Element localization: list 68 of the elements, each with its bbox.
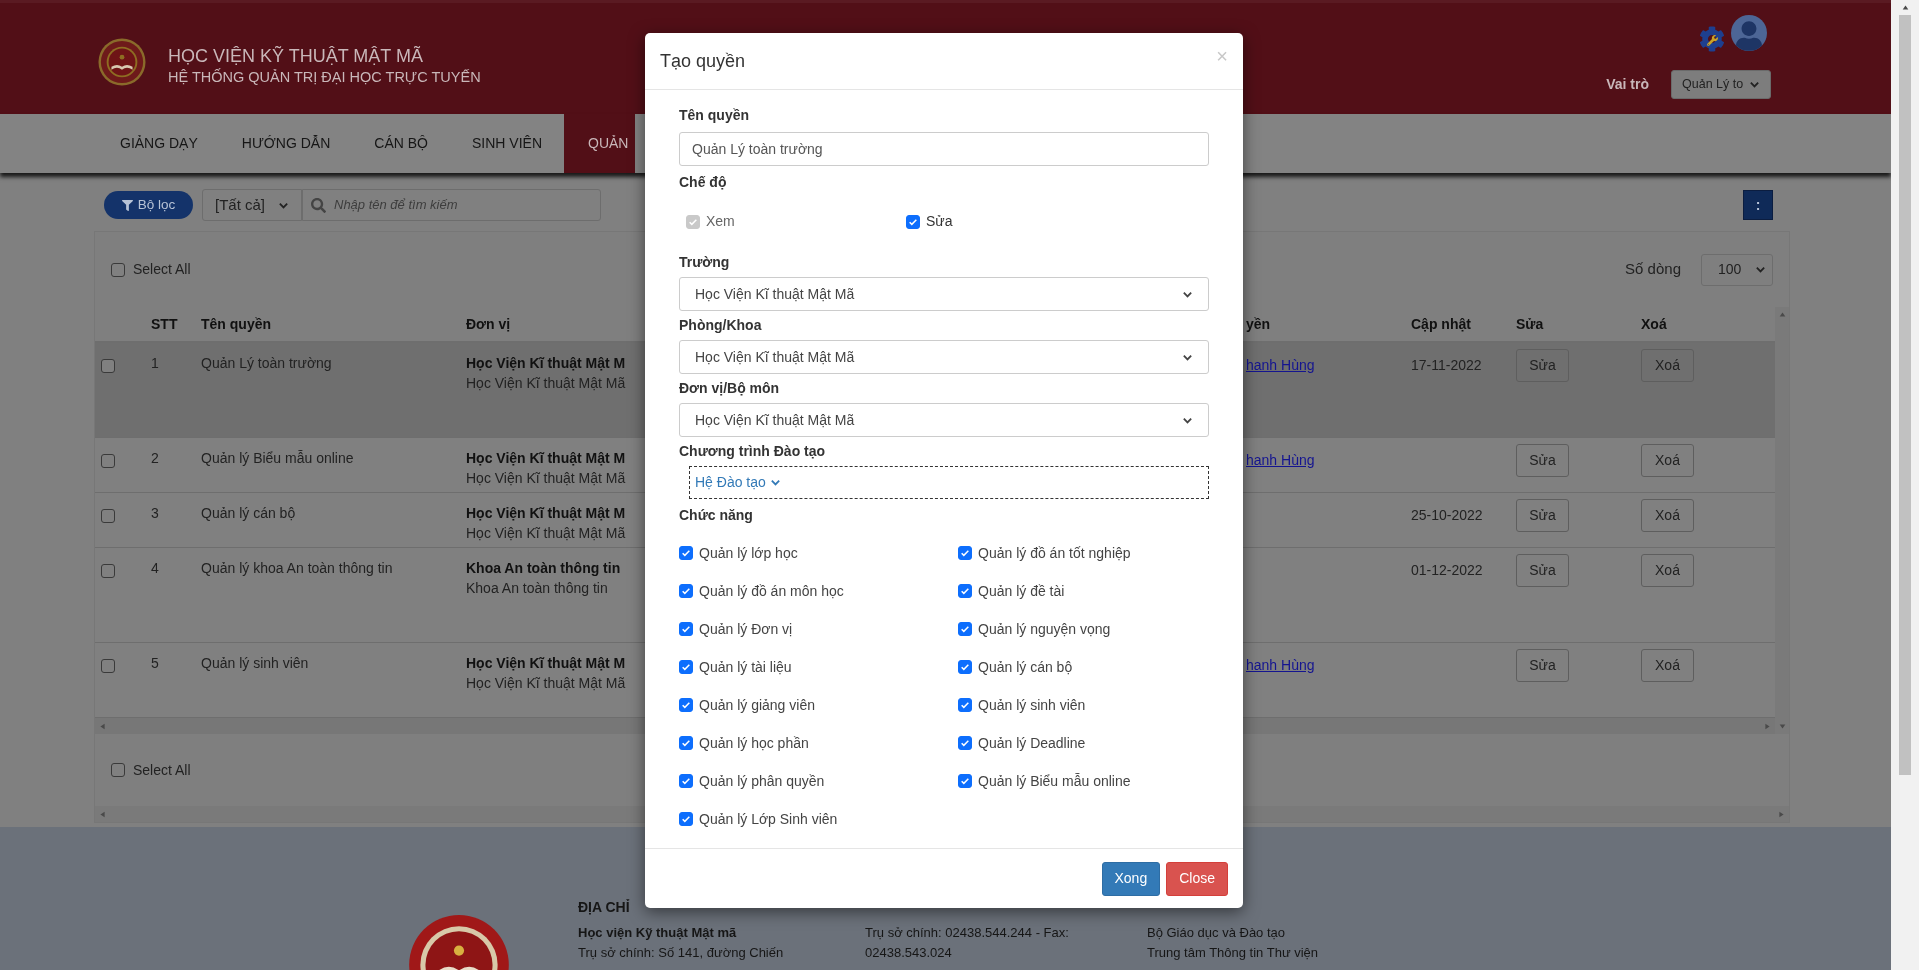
rows-label: Số dòng (1625, 259, 1681, 280)
unit-name: Học Viện Kĩ thuật Mật M (466, 654, 627, 673)
footer-text: Trung tâm Thông tin Thư viện (1147, 945, 1319, 961)
checkbox-label: Quản lý học phần (699, 733, 809, 753)
column-header: Tên quyền (201, 314, 272, 334)
footer-text: Bộ Giáo dục và Đào tạo (1147, 925, 1286, 941)
field-label: Tên quyền (679, 106, 750, 125)
field-label: Chức năng (679, 506, 754, 525)
checkbox-label: Quản lý Lớp Sinh viên (699, 809, 838, 829)
table-cell-text: Quản lý Biểu mẫu online (201, 449, 355, 468)
checkbox-label: Quản lý đồ án tốt nghiệp (978, 543, 1131, 563)
system-subtitle: HỆ THỐNG QUẢN TRỊ ĐẠI HỌC TRỰC TUYẾN (168, 67, 481, 87)
checkbox-label: Quản lý đề tài (978, 581, 1065, 601)
table-cell-text: 5 (151, 654, 160, 673)
field-label: Phòng/Khoa (679, 316, 763, 335)
date-cell: 01-12-2022 (1411, 562, 1483, 578)
table-cell-text: Quản lý khoa An toàn thông tin (201, 559, 394, 578)
unit-subname: Học Viện Kĩ thuật Mật Mã (466, 674, 627, 693)
checkbox-label: Quản lý sinh viên (978, 695, 1086, 715)
table-cell-text: 4 (151, 559, 160, 578)
footer-text: Trụ sở chính: 02438.544.244 - Fax: (865, 925, 1069, 941)
column-header: Sửa (1516, 314, 1545, 334)
table-cell-text: Quản lý sinh viên (201, 654, 310, 673)
checkbox-label: Quản lý Biểu mẫu online (978, 771, 1131, 791)
checkbox-label: Quản lý đồ án môn học (699, 581, 844, 601)
column-header: Xoá (1641, 314, 1668, 334)
checkbox-label: Sửa (926, 212, 953, 231)
modal-title: Tạo quyền (660, 49, 746, 73)
unit-name: Học Viện Kĩ thuật Mật M (466, 504, 627, 523)
field-label: Chương trình Đào tạo (679, 442, 827, 461)
checkbox-label: Quản lý cán bộ (978, 657, 1073, 677)
checkbox-label: Quản lý giảng viên (699, 695, 815, 715)
table-cell-text: Quản lý cán bộ (201, 504, 297, 523)
unit-name: Học Viện Kĩ thuật Mật M (466, 354, 627, 373)
select-all-label: Select All (133, 760, 191, 780)
table-cell-text: 1 (151, 354, 160, 373)
column-header: STT (151, 314, 179, 334)
field-label: Trường (679, 253, 731, 272)
footer-text: 02438.543.024 (865, 945, 952, 961)
unit-subname: Học Viện Kĩ thuật Mật Mã (466, 469, 627, 488)
field-label: Chế độ (679, 173, 728, 192)
unit-name: Học Viện Kĩ thuật Mật M (466, 449, 627, 468)
date-cell: 17-11-2022 (1411, 357, 1482, 373)
unit-subname: Khoa An toàn thông tin (466, 579, 609, 598)
unit-subname: Học Viện Kĩ thuật Mật Mã (466, 524, 627, 543)
checkbox-label: Quản lý lớp học (699, 543, 798, 563)
select-all-label: Select All (133, 260, 191, 279)
unit-name: Khoa An toàn thông tin (466, 559, 622, 578)
date-cell: 25-10-2022 (1411, 507, 1483, 523)
table-cell-text: Quản Lý toàn trường (201, 354, 333, 373)
table-cell-text: 2 (151, 449, 160, 468)
checkbox-label: Quản lý Đơn vị (699, 619, 793, 639)
checkbox-label: Quản lý tài liệu (699, 657, 792, 677)
column-header: yền (1246, 314, 1272, 334)
column-header: Đơn vị (466, 314, 512, 334)
column-header: Cập nhật (1411, 314, 1472, 334)
table-cell-text: 3 (151, 504, 160, 523)
footer-text: Trụ sở chính: Số 141, đường Chiến (578, 945, 784, 961)
checkbox-label: Quản lý phân quyền (699, 771, 825, 791)
footer-text: Học viện Kỹ thuật Mật mã (578, 925, 737, 941)
unit-subname: Học Viện Kĩ thuật Mật Mã (466, 374, 627, 393)
checkbox-label: Quản lý nguyện vọng (978, 619, 1111, 639)
footer-heading: ĐỊA CHỈ (578, 898, 630, 917)
checkbox-label: Quản lý Deadline (978, 733, 1086, 753)
field-label: Đơn vị/Bộ môn (679, 379, 781, 398)
institute-title: HỌC VIỆN KỸ THUẬT MẬT MÃ (168, 45, 425, 67)
role-label: Vai trò (1606, 75, 1649, 94)
checkbox-label: Xem (706, 212, 735, 231)
